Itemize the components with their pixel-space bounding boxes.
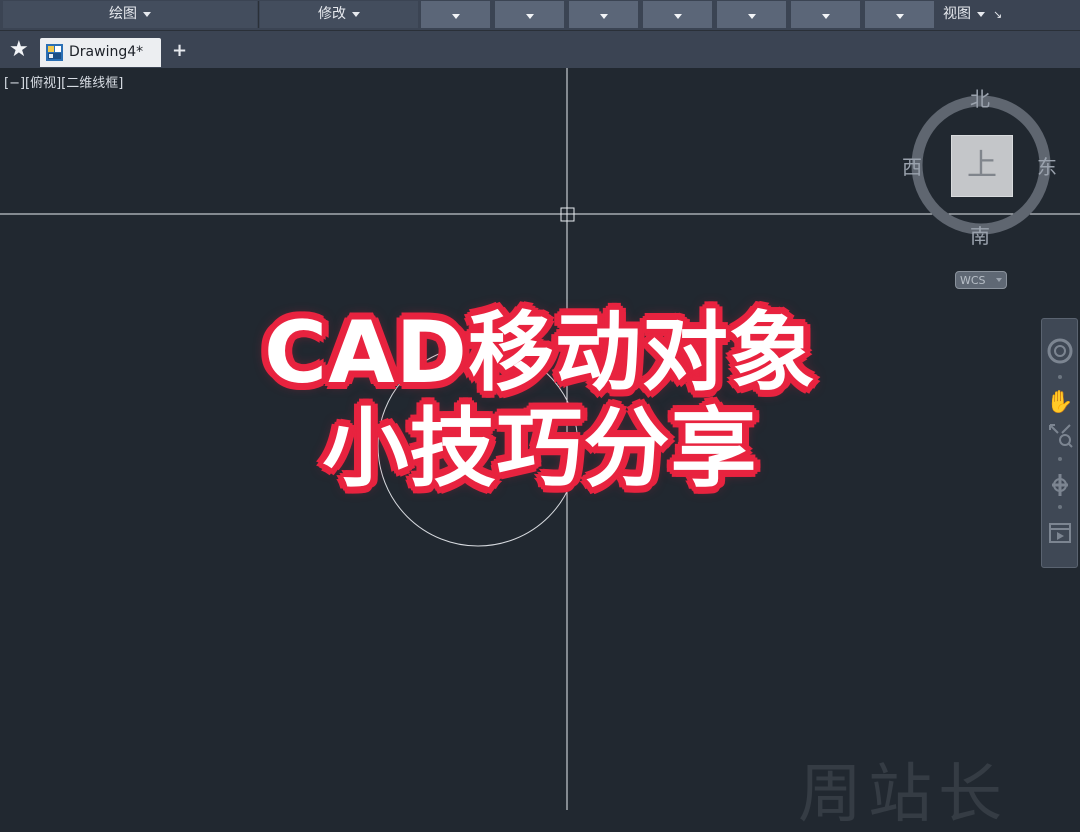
viewport-controls[interactable]: [−][俯视][二维线框]	[4, 72, 123, 91]
ribbon-panel-draw-label: 绘图	[109, 6, 137, 22]
chevron-down-icon	[747, 14, 756, 19]
ribbon-dropdown-4[interactable]	[643, 1, 712, 28]
compass-east[interactable]: 东	[1037, 156, 1057, 178]
ribbon-dropdown-3[interactable]	[569, 1, 638, 28]
chevron-down-icon	[599, 14, 608, 19]
viewcube-face-top[interactable]: 上	[951, 135, 1013, 197]
orbit-menu-dot[interactable]	[1058, 505, 1062, 509]
file-tab-bar	[0, 31, 1080, 68]
chevron-down-icon	[143, 11, 151, 17]
showmotion-icon[interactable]	[1046, 519, 1074, 547]
chevron-down-icon	[451, 14, 460, 19]
ribbon-divider	[258, 1, 259, 28]
ribbon-panel-view[interactable]: 视图 ↘	[938, 1, 1080, 28]
tab-drawing4-label: Drawing4*	[69, 44, 144, 60]
chevron-down-icon	[821, 14, 830, 19]
star-icon[interactable]: ★	[9, 39, 29, 61]
overlay-title: CAD移动对象 小技巧分享	[0, 305, 1080, 497]
chevron-down-icon	[352, 11, 360, 17]
watermark: 周站长	[798, 758, 1008, 832]
ribbon-dropdown-6[interactable]	[791, 1, 860, 28]
drawing-file-icon	[46, 44, 63, 61]
ribbon-dropdown-5[interactable]	[717, 1, 786, 28]
compass-south[interactable]: 南	[970, 225, 990, 247]
ribbon-panel-bar: 绘图 修改 视图 ↘	[0, 0, 1080, 31]
ribbon-panel-view-label: 视图	[943, 6, 971, 22]
tab-drawing4[interactable]: Drawing4*	[40, 38, 161, 67]
dialog-launcher-icon[interactable]: ↘	[993, 1, 1002, 28]
viewcube[interactable]: 北 南 西 东 上	[900, 80, 1070, 295]
new-tab-button[interactable]: +	[172, 40, 187, 62]
compass-north[interactable]: 北	[970, 88, 990, 110]
ribbon-dropdown-1[interactable]	[421, 1, 490, 28]
chevron-down-icon	[977, 11, 985, 17]
ribbon-panel-modify-label: 修改	[318, 6, 346, 22]
ribbon-panel-modify[interactable]: 修改	[260, 1, 418, 28]
ucs-label: WCS	[960, 274, 986, 287]
chevron-down-icon	[996, 278, 1002, 282]
ribbon-panel-draw[interactable]: 绘图	[3, 1, 257, 28]
overlay-title-line-1: CAD移动对象	[263, 303, 817, 403]
chevron-down-icon	[673, 14, 682, 19]
chevron-down-icon	[895, 14, 904, 19]
ucs-menu-button[interactable]: WCS	[955, 271, 1007, 289]
overlay-title-line-2: 小技巧分享	[322, 399, 758, 499]
compass-west[interactable]: 西	[902, 156, 922, 178]
ribbon-dropdown-7[interactable]	[865, 1, 934, 28]
ribbon-dropdown-2[interactable]	[495, 1, 564, 28]
chevron-down-icon	[525, 14, 534, 19]
